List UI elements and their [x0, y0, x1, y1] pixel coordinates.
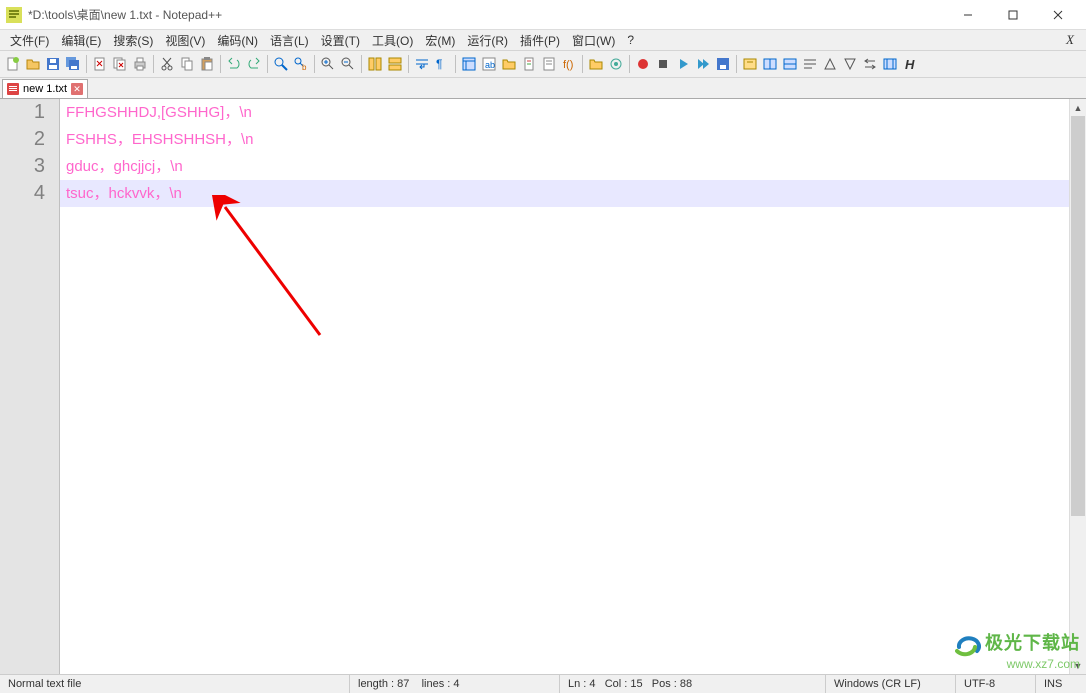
menu-macro[interactable]: 宏(M): [419, 30, 461, 51]
line-number: 2: [0, 126, 45, 153]
find-icon[interactable]: [272, 54, 290, 74]
monitor-icon[interactable]: [607, 54, 625, 74]
menu-help[interactable]: ?: [621, 31, 640, 49]
copy-icon[interactable]: [178, 54, 196, 74]
close-all-icon[interactable]: [111, 54, 129, 74]
btn3-icon[interactable]: [781, 54, 799, 74]
close-file-icon[interactable]: [91, 54, 109, 74]
btn6-icon[interactable]: [841, 54, 859, 74]
btn4-icon[interactable]: [801, 54, 819, 74]
tab-file[interactable]: new 1.txt ✕: [2, 79, 88, 98]
svg-text:f(): f(): [563, 59, 573, 71]
save-icon[interactable]: [44, 54, 62, 74]
toolbar: b ¶ ab f() H: [0, 50, 1086, 78]
status-ins: INS: [1036, 675, 1086, 693]
line-number: 4: [0, 180, 45, 207]
record-icon[interactable]: [634, 54, 652, 74]
scroll-thumb[interactable]: [1071, 116, 1085, 516]
zoom-in-icon[interactable]: [319, 54, 337, 74]
line-number: 3: [0, 153, 45, 180]
menu-edit[interactable]: 编辑(E): [55, 30, 107, 51]
undo-icon[interactable]: [225, 54, 243, 74]
doc-map-icon[interactable]: [520, 54, 538, 74]
title-bar: *D:\tools\桌面\new 1.txt - Notepad++: [0, 0, 1086, 30]
play-icon[interactable]: [674, 54, 692, 74]
zoom-out-icon[interactable]: [339, 54, 357, 74]
menu-encoding[interactable]: 编码(N): [211, 30, 264, 51]
line-gutter: 1 2 3 4: [0, 99, 60, 674]
folder-view-icon[interactable]: [500, 54, 518, 74]
tab-close-icon[interactable]: ✕: [71, 83, 83, 95]
redo-icon[interactable]: [245, 54, 263, 74]
window-title: *D:\tools\桌面\new 1.txt - Notepad++: [28, 6, 945, 23]
vertical-scrollbar[interactable]: ▲ ▼: [1069, 99, 1086, 674]
paste-icon[interactable]: [198, 54, 216, 74]
app-icon: [6, 7, 22, 23]
btn5-icon[interactable]: [821, 54, 839, 74]
code-line: gduc，ghcjjcj，\n: [60, 153, 1069, 180]
sync-v-icon[interactable]: [366, 54, 384, 74]
new-icon[interactable]: [4, 54, 22, 74]
func-list-icon[interactable]: f(): [560, 54, 578, 74]
lang-icon[interactable]: ab: [480, 54, 498, 74]
open-icon[interactable]: [24, 54, 42, 74]
save-all-icon[interactable]: [64, 54, 82, 74]
save-macro-icon[interactable]: [714, 54, 732, 74]
tab-label: new 1.txt: [23, 83, 67, 95]
stop-icon[interactable]: [654, 54, 672, 74]
menu-bar: 文件(F) 编辑(E) 搜索(S) 视图(V) 编码(N) 语言(L) 设置(T…: [0, 30, 1086, 50]
tab-bar: new 1.txt ✕: [0, 78, 1086, 98]
svg-text:b: b: [302, 63, 307, 72]
editor-area: 1 2 3 4 FFHGSHHDJ,[GSHHG]，\n FSHHS，EHSHS…: [0, 98, 1086, 674]
maximize-button[interactable]: [990, 0, 1035, 29]
svg-text:¶: ¶: [436, 57, 442, 71]
btn8-icon[interactable]: [881, 54, 899, 74]
status-mode: Normal text file: [0, 675, 350, 693]
wrap-icon[interactable]: [413, 54, 431, 74]
code-line: FFHGSHHDJ,[GSHHG]，\n: [60, 99, 1069, 126]
btn2-icon[interactable]: [761, 54, 779, 74]
code-editor[interactable]: FFHGSHHDJ,[GSHHG]，\n FSHHS，EHSHSHHSH，\n …: [60, 99, 1069, 674]
menu-file[interactable]: 文件(F): [4, 30, 55, 51]
btn9-icon[interactable]: H: [901, 54, 919, 74]
replace-icon[interactable]: b: [292, 54, 310, 74]
indent-guide-icon[interactable]: [460, 54, 478, 74]
status-encoding: UTF-8: [956, 675, 1036, 693]
close-button[interactable]: [1035, 0, 1080, 29]
sync-h-icon[interactable]: [386, 54, 404, 74]
close-tab-x[interactable]: X: [1058, 32, 1082, 48]
status-cursor: Ln : 4 Col : 15 Pos : 88: [560, 675, 826, 693]
status-length: length : 87 lines : 4: [350, 675, 560, 693]
code-line-active: tsuc，hckvvk，\n: [60, 180, 1069, 207]
code-line: FSHHS，EHSHSHHSH，\n: [60, 126, 1069, 153]
doc-list-icon[interactable]: [540, 54, 558, 74]
scroll-up-icon[interactable]: ▲: [1070, 99, 1086, 116]
menu-settings[interactable]: 设置(T): [315, 30, 366, 51]
print-icon[interactable]: [131, 54, 149, 74]
minimize-button[interactable]: [945, 0, 990, 29]
svg-text:H: H: [905, 57, 915, 72]
file-modified-icon: [7, 83, 19, 95]
menu-plugins[interactable]: 插件(P): [514, 30, 566, 51]
show-all-chars-icon[interactable]: ¶: [433, 54, 451, 74]
status-eol: Windows (CR LF): [826, 675, 956, 693]
btn1-icon[interactable]: [741, 54, 759, 74]
menu-language[interactable]: 语言(L): [264, 30, 315, 51]
btn7-icon[interactable]: [861, 54, 879, 74]
menu-tools[interactable]: 工具(O): [366, 30, 419, 51]
scroll-down-icon[interactable]: ▼: [1070, 657, 1086, 674]
folder-icon[interactable]: [587, 54, 605, 74]
menu-view[interactable]: 视图(V): [159, 30, 211, 51]
menu-window[interactable]: 窗口(W): [566, 30, 621, 51]
status-bar: Normal text file length : 87 lines : 4 L…: [0, 674, 1086, 693]
line-number: 1: [0, 99, 45, 126]
menu-run[interactable]: 运行(R): [461, 30, 514, 51]
play-multi-icon[interactable]: [694, 54, 712, 74]
menu-search[interactable]: 搜索(S): [107, 30, 159, 51]
cut-icon[interactable]: [158, 54, 176, 74]
svg-text:ab: ab: [485, 60, 495, 70]
